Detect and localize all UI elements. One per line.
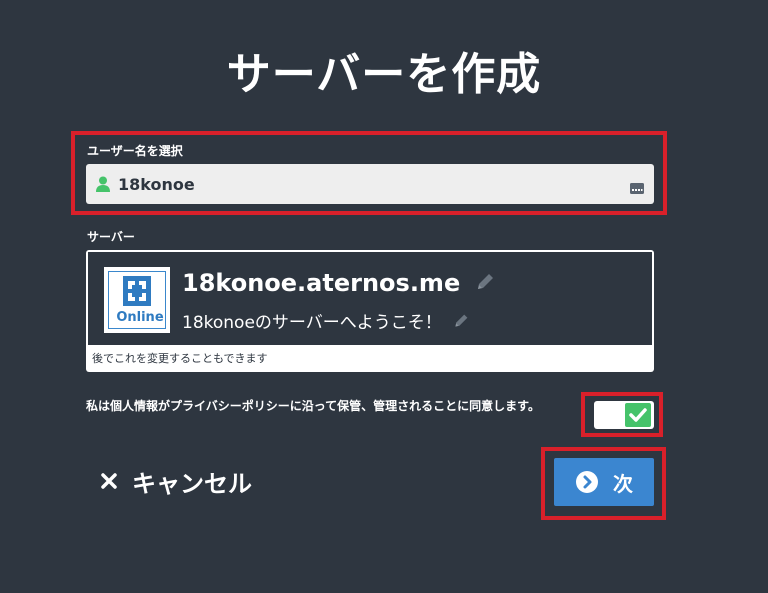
server-logo: Online (104, 267, 170, 333)
cancel-button[interactable]: キャンセル (100, 464, 252, 498)
page-title: サーバーを作成 (226, 49, 542, 100)
consent-text: 私は個人情報がプライバシーポリシーに沿って保管、管理されることに同意します。 (86, 399, 540, 413)
create-server-page: サーバーを作成 ユーザー名を選択 18konoe サーバー Online 18k… (0, 0, 768, 593)
keyboard-icon[interactable] (630, 179, 644, 194)
consent-toggle[interactable] (594, 401, 654, 429)
server-label: サーバー (87, 230, 135, 244)
pencil-icon[interactable] (475, 270, 495, 298)
user-icon (96, 176, 110, 192)
server-note: 後でこれを変更することもできます (92, 352, 268, 365)
close-icon (100, 472, 118, 490)
cancel-label: キャンセル (132, 469, 252, 498)
username-label: ユーザー名を選択 (87, 144, 183, 158)
chevron-right-circle-icon (575, 470, 599, 494)
server-logo-frame: Online (108, 271, 166, 329)
checkmark-icon (629, 408, 647, 422)
toggle-knob (625, 403, 651, 427)
server-address-text: 18konoe.aternos.me (182, 269, 461, 297)
next-button[interactable]: 次 (554, 458, 654, 506)
server-card: Online 18konoe.aternos.me 18konoeのサーバーへよ… (86, 250, 654, 372)
server-card-header: Online 18konoe.aternos.me 18konoeのサーバーへよ… (88, 252, 652, 345)
server-status: Online (116, 310, 164, 325)
server-motd-text: 18konoeのサーバーへようこそ！ (182, 313, 442, 333)
server-icon (123, 276, 151, 306)
pencil-icon[interactable] (453, 313, 469, 334)
username-field[interactable]: 18konoe (86, 164, 654, 204)
server-motd[interactable]: 18konoeのサーバーへようこそ！ (182, 308, 469, 334)
username-value: 18konoe (118, 174, 195, 194)
next-label: 次 (613, 471, 633, 496)
server-address[interactable]: 18konoe.aternos.me (182, 269, 495, 298)
